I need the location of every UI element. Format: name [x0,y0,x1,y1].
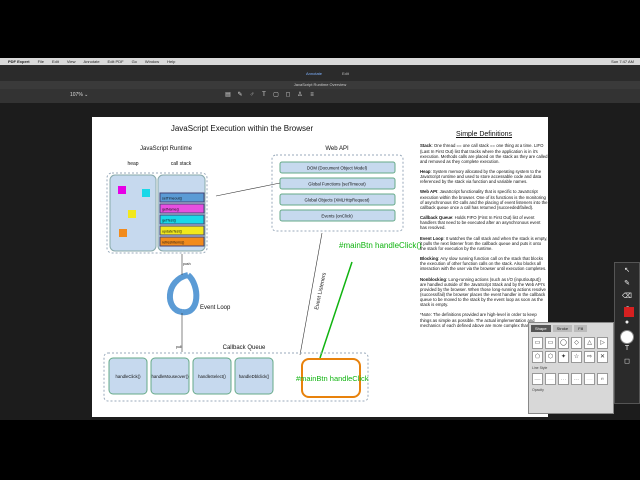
tab-shape[interactable]: Shape [531,325,551,332]
callback-item-label: handleDblclick() [239,374,270,379]
stack-frame-label: setTimeout() [162,197,182,201]
event-listeners-label: Event Listeners [314,272,328,311]
color-well[interactable] [620,330,634,344]
event-loop-icon [166,272,200,316]
tab-fill[interactable]: Fill [574,325,588,332]
heap-object [142,189,150,197]
palette-tool-icon[interactable]: ◻ [621,357,633,367]
shape-option[interactable]: ▷ [597,337,608,349]
line-style-option[interactable]: - - - [558,373,569,385]
definition-paragraph: Stack: One thread == one call stack == o… [420,143,548,164]
stack-frame-label: getName() [162,208,179,212]
stack-frame-label: getTest() [162,219,176,223]
definition-text: : One thread == one call stack == one th… [420,143,548,164]
stack-frame-label: refreshItems() [162,241,184,245]
diagram-title: JavaScript Execution within the Browser [171,124,314,133]
palette-tool-icon[interactable]: ⌫ [621,292,633,302]
palette-tool-icon[interactable]: ● [621,318,633,328]
heap-label: heap [127,161,138,167]
definition-paragraph: Blocking: Any slow running function call… [420,256,548,271]
shape-option[interactable]: ✕ [597,351,608,363]
shape-option[interactable]: ▭ [532,337,543,349]
shape-option[interactable]: ⬡ [545,351,556,363]
definitions-title: Simple Definitions [455,131,513,138]
line-style-option[interactable]: ⧠ [597,373,608,385]
web-api-item-label: DOM (Document Object Model) [307,166,368,171]
definition-text: : Any slow running function call on the … [420,256,547,272]
line-style-option[interactable]: —— [532,373,543,385]
web-api-item-label: Global Functions (setTimeout) [308,182,366,187]
annotation-callback: #mainBtn handleClick [296,374,369,383]
line-style-option[interactable]: ······ [584,373,595,385]
shape-option[interactable]: △ [584,337,595,349]
definition-paragraph: Callback Queue: Holds FIFO (First In Fir… [420,215,548,230]
callback-queue-title: Callback Queue [223,345,266,351]
web-api-item-label: Events (onClick) [321,214,353,219]
tab-stroke[interactable]: Stroke [552,325,573,332]
callback-item-label: handleClick() [115,374,141,379]
red-color-well[interactable] [624,307,634,317]
stack-frame-label: updateTest() [162,230,182,234]
palette-tool-icon[interactable]: ✎ [621,279,633,289]
event-loop-label: Event Loop [200,305,231,311]
definitions-panel: Simple Definitions Stack: One thread == … [420,131,548,333]
callback-item-label: handleSelect() [198,374,226,379]
definition-text: : System memory allocated by the operati… [420,169,542,185]
shape-option[interactable]: ▭ [545,337,556,349]
definition-text: : JavaScript functionality that is speci… [420,189,548,210]
web-api-title: Web API [325,146,349,152]
shape-option[interactable]: ◯ [558,337,569,349]
opacity-label: Opacity [532,388,544,392]
shape-popover: Shape Stroke Fill ▭ ▭ ◯ ◇ △ ▷ ⬠ ⬡ ✦ ☆ ⇨ ✕ Line Style … [528,322,614,414]
push-label: push [183,262,191,266]
palette-tool-icon[interactable]: T [621,344,633,354]
heap-object [118,186,126,194]
heap-object [128,210,136,218]
runtime-title: JavaScript Runtime [140,146,193,152]
heap-object [119,229,127,237]
definition-paragraph: Web API: JavaScript functionality that i… [420,189,548,210]
shape-option[interactable]: ☆ [571,351,582,363]
definition-paragraph: Heap: System memory allocated by the ope… [420,169,548,184]
shape-option[interactable]: ⬠ [532,351,543,363]
line-style-option[interactable]: -·-·- [571,373,582,385]
web-api-item-label: Global Objects (XMLHttpRequest) [305,198,371,203]
palette-tool-icon[interactable]: ↖ [621,266,633,276]
pull-label: pull [176,345,182,349]
definition-paragraph: Nonblocking: Long-running actions (such … [420,277,548,308]
callback-item-label: handleMouseover() [151,374,189,379]
letterbox-bottom [0,420,640,480]
stack-to-webapi-arrow [215,182,281,197]
line-style-option[interactable]: ······ [545,373,556,385]
shape-option[interactable]: ◇ [571,337,582,349]
stack-label: call stack [171,161,192,167]
definition-paragraph: Event Loop: It watches the call stack an… [420,236,548,251]
annotation-main-btn: #mainBtn handleClick() [339,241,422,250]
definition-text: : Long-running actions (such as I/O (inp… [420,276,546,308]
shape-option[interactable]: ⇨ [584,351,595,363]
shape-option[interactable]: ✦ [558,351,569,363]
